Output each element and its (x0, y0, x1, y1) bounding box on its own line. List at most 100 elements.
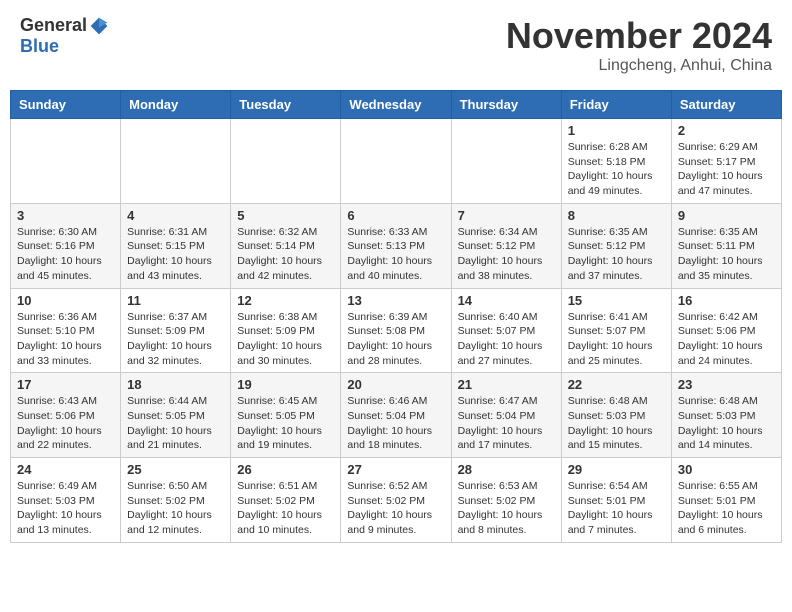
day-cell: 27Sunrise: 6:52 AMSunset: 5:02 PMDayligh… (341, 458, 451, 543)
day-info: Sunrise: 6:41 AMSunset: 5:07 PMDaylight:… (568, 310, 665, 369)
day-cell: 14 Sunrise: 6:40 AMSunset: 5:07 PMDayligh… (451, 288, 561, 373)
day-number: 15 (568, 293, 665, 308)
week-row-2: 3 Sunrise: 6:30 AMSunset: 5:16 PMDaylight… (11, 203, 782, 288)
day-cell: 19 Sunrise: 6:45 AMSunset: 5:05 PMDayligh… (231, 373, 341, 458)
logo-icon (89, 16, 109, 36)
day-number: 17 (17, 377, 114, 392)
column-header-wednesday: Wednesday (341, 91, 451, 119)
day-cell: 6 Sunrise: 6:33 AMSunset: 5:13 PMDaylight… (341, 203, 451, 288)
day-cell (121, 119, 231, 204)
day-info: Sunrise: 6:43 AMSunset: 5:06 PMDaylight:… (17, 394, 114, 453)
day-cell: 17 Sunrise: 6:43 AMSunset: 5:06 PMDayligh… (11, 373, 121, 458)
day-number: 22 (568, 377, 665, 392)
day-cell (451, 119, 561, 204)
day-info: Sunrise: 6:31 AMSunset: 5:15 PMDaylight:… (127, 225, 224, 284)
week-row-1: 1 Sunrise: 6:28 AMSunset: 5:18 PMDaylight… (11, 119, 782, 204)
day-cell: 25 Sunrise: 6:50 AMSunset: 5:02 PMDayligh… (121, 458, 231, 543)
day-number: 6 (347, 208, 444, 223)
column-header-tuesday: Tuesday (231, 91, 341, 119)
day-info: Sunrise: 6:55 AMSunset: 5:01 PMDaylight:… (678, 479, 775, 538)
column-header-saturday: Saturday (671, 91, 781, 119)
day-cell: 30 Sunrise: 6:55 AMSunset: 5:01 PMDayligh… (671, 458, 781, 543)
day-info: Sunrise: 6:47 AMSunset: 5:04 PMDaylight:… (458, 394, 555, 453)
day-info: Sunrise: 6:51 AMSunset: 5:02 PMDaylight:… (237, 479, 334, 538)
day-cell (231, 119, 341, 204)
day-number: 23 (678, 377, 775, 392)
day-info: Sunrise: 6:29 AMSunset: 5:17 PMDaylight:… (678, 140, 775, 199)
day-info: Sunrise: 6:54 AMSunset: 5:01 PMDaylight:… (568, 479, 665, 538)
day-info: Sunrise: 6:48 AMSunset: 5:03 PMDaylight:… (568, 394, 665, 453)
day-cell: 12 Sunrise: 6:38 AMSunset: 5:09 PMDayligh… (231, 288, 341, 373)
day-info: Sunrise: 6:30 AMSunset: 5:16 PMDaylight:… (17, 225, 114, 284)
day-cell: 21 Sunrise: 6:47 AMSunset: 5:04 PMDayligh… (451, 373, 561, 458)
day-info: Sunrise: 6:49 AMSunset: 5:03 PMDaylight:… (17, 479, 114, 538)
day-number: 14 (458, 293, 555, 308)
day-number: 29 (568, 462, 665, 477)
day-cell: 2 Sunrise: 6:29 AMSunset: 5:17 PMDaylight… (671, 119, 781, 204)
day-number: 3 (17, 208, 114, 223)
calendar-table: SundayMondayTuesdayWednesdayThursdayFrid… (10, 90, 782, 543)
day-info: Sunrise: 6:45 AMSunset: 5:05 PMDaylight:… (237, 394, 334, 453)
day-number: 18 (127, 377, 224, 392)
day-number: 1 (568, 123, 665, 138)
day-info: Sunrise: 6:48 AMSunset: 5:03 PMDaylight:… (678, 394, 775, 453)
day-cell: 24 Sunrise: 6:49 AMSunset: 5:03 PMDayligh… (11, 458, 121, 543)
day-number: 12 (237, 293, 334, 308)
day-info: Sunrise: 6:34 AMSunset: 5:12 PMDaylight:… (458, 225, 555, 284)
day-cell: 20 Sunrise: 6:46 AMSunset: 5:04 PMDayligh… (341, 373, 451, 458)
day-info: Sunrise: 6:44 AMSunset: 5:05 PMDaylight:… (127, 394, 224, 453)
day-cell: 7 Sunrise: 6:34 AMSunset: 5:12 PMDaylight… (451, 203, 561, 288)
day-number: 21 (458, 377, 555, 392)
day-number: 25 (127, 462, 224, 477)
day-info: Sunrise: 6:35 AMSunset: 5:12 PMDaylight:… (568, 225, 665, 284)
day-number: 30 (678, 462, 775, 477)
day-number: 19 (237, 377, 334, 392)
week-row-4: 17 Sunrise: 6:43 AMSunset: 5:06 PMDayligh… (11, 373, 782, 458)
day-info: Sunrise: 6:42 AMSunset: 5:06 PMDaylight:… (678, 310, 775, 369)
day-info: Sunrise: 6:38 AMSunset: 5:09 PMDaylight:… (237, 310, 334, 369)
day-info: Sunrise: 6:36 AMSunset: 5:10 PMDaylight:… (17, 310, 114, 369)
day-number: 26 (237, 462, 334, 477)
day-info: Sunrise: 6:35 AMSunset: 5:11 PMDaylight:… (678, 225, 775, 284)
day-number: 2 (678, 123, 775, 138)
day-info: Sunrise: 6:46 AMSunset: 5:04 PMDaylight:… (347, 394, 444, 453)
day-info: Sunrise: 6:33 AMSunset: 5:13 PMDaylight:… (347, 225, 444, 284)
day-cell: 3 Sunrise: 6:30 AMSunset: 5:16 PMDaylight… (11, 203, 121, 288)
day-info: Sunrise: 6:52 AMSunset: 5:02 PMDaylight:… (347, 479, 444, 538)
day-number: 8 (568, 208, 665, 223)
day-number: 9 (678, 208, 775, 223)
day-cell: 26 Sunrise: 6:51 AMSunset: 5:02 PMDayligh… (231, 458, 341, 543)
title-block: November 2024 Lingcheng, Anhui, China (506, 15, 772, 75)
day-number: 5 (237, 208, 334, 223)
day-cell: 18 Sunrise: 6:44 AMSunset: 5:05 PMDayligh… (121, 373, 231, 458)
day-cell: 4 Sunrise: 6:31 AMSunset: 5:15 PMDaylight… (121, 203, 231, 288)
day-number: 4 (127, 208, 224, 223)
day-number: 10 (17, 293, 114, 308)
month-title: November 2024 (506, 15, 772, 57)
day-number: 11 (127, 293, 224, 308)
day-info: Sunrise: 6:40 AMSunset: 5:07 PMDaylight:… (458, 310, 555, 369)
day-cell: 11 Sunrise: 6:37 AMSunset: 5:09 PMDayligh… (121, 288, 231, 373)
day-cell: 8 Sunrise: 6:35 AMSunset: 5:12 PMDaylight… (561, 203, 671, 288)
logo-blue-text: Blue (20, 36, 59, 57)
day-cell: 13Sunrise: 6:39 AMSunset: 5:08 PMDayligh… (341, 288, 451, 373)
day-number: 16 (678, 293, 775, 308)
day-cell: 9 Sunrise: 6:35 AMSunset: 5:11 PMDaylight… (671, 203, 781, 288)
calendar-header-row: SundayMondayTuesdayWednesdayThursdayFrid… (11, 91, 782, 119)
day-number: 7 (458, 208, 555, 223)
day-number: 13 (347, 293, 444, 308)
day-cell: 23 Sunrise: 6:48 AMSunset: 5:03 PMDayligh… (671, 373, 781, 458)
week-row-3: 10 Sunrise: 6:36 AMSunset: 5:10 PMDayligh… (11, 288, 782, 373)
week-row-5: 24 Sunrise: 6:49 AMSunset: 5:03 PMDayligh… (11, 458, 782, 543)
day-info: Sunrise: 6:28 AMSunset: 5:18 PMDaylight:… (568, 140, 665, 199)
day-cell: 16 Sunrise: 6:42 AMSunset: 5:06 PMDayligh… (671, 288, 781, 373)
day-info: Sunrise: 6:50 AMSunset: 5:02 PMDaylight:… (127, 479, 224, 538)
location-text: Lingcheng, Anhui, China (506, 57, 772, 75)
day-cell: 10 Sunrise: 6:36 AMSunset: 5:10 PMDayligh… (11, 288, 121, 373)
day-info: Sunrise: 6:37 AMSunset: 5:09 PMDaylight:… (127, 310, 224, 369)
day-number: 20 (347, 377, 444, 392)
day-cell (11, 119, 121, 204)
day-cell: 22 Sunrise: 6:48 AMSunset: 5:03 PMDayligh… (561, 373, 671, 458)
day-number: 24 (17, 462, 114, 477)
day-cell: 28Sunrise: 6:53 AMSunset: 5:02 PMDayligh… (451, 458, 561, 543)
